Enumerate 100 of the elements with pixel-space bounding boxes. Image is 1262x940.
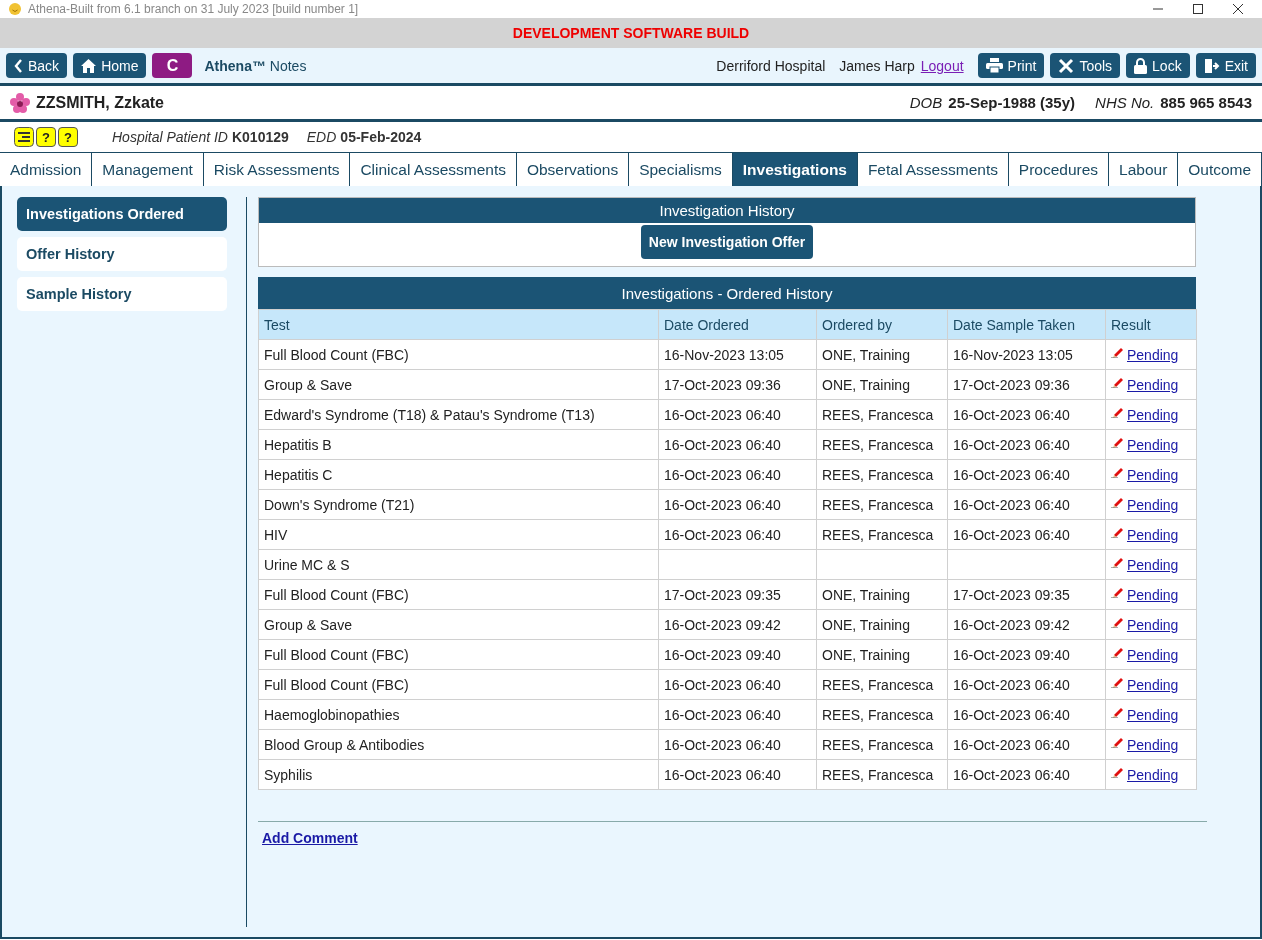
tools-icon [1058,57,1075,74]
column-header: Result [1105,309,1197,340]
table-cell: 16-Oct-2023 06:40 [947,669,1106,700]
tools-button[interactable]: Tools [1050,53,1121,78]
tab[interactable]: Investigations [732,152,858,186]
nhs-number-value: 885 965 8543 [1160,94,1252,111]
tab[interactable]: Clinical Assessments [350,152,517,186]
sidebar-item[interactable]: Offer History [17,237,227,271]
tab[interactable]: Outcome [1178,152,1262,186]
pencil-icon[interactable] [1111,375,1123,388]
alert-list-icon[interactable] [14,127,34,147]
window-title: Athena-Built from 6.1 branch on 31 July 2023 [build number 1] [28,2,359,16]
table-cell: ONE, Training [816,339,948,370]
table-cell: 16-Nov-2023 13:05 [658,339,817,370]
add-comment-link[interactable]: Add Comment [262,830,358,846]
home-button[interactable]: Home [73,53,147,78]
pencil-icon[interactable] [1111,615,1123,628]
table-cell: 16-Oct-2023 09:42 [658,609,817,640]
pencil-icon[interactable] [1111,405,1123,418]
hospital-patient-id-value: K010129 [231,129,289,145]
tab[interactable]: Observations [516,152,630,186]
sidebar-item[interactable]: Sample History [17,277,227,311]
pencil-icon[interactable] [1111,345,1123,358]
table-cell: Hepatitis C [258,459,659,490]
new-investigation-offer-button[interactable]: New Investigation Offer [640,225,814,259]
pencil-icon[interactable] [1111,495,1123,508]
table-cell: HIV [258,519,659,550]
tab[interactable]: Admission [0,152,93,186]
table-cell: Urine MC & S [258,549,659,580]
table-cell: ONE, Training [816,579,948,610]
exit-button[interactable]: Exit [1195,53,1256,78]
pencil-icon[interactable] [1111,555,1123,568]
tab[interactable]: Risk Assessments [203,152,351,186]
back-button[interactable]: Back [6,53,68,78]
pencil-icon[interactable] [1111,585,1123,598]
table-header: Investigations - Ordered History [258,277,1196,309]
table-cell: ONE, Training [816,609,948,640]
sidebar-item[interactable]: Investigations Ordered [17,197,227,231]
table-cell: 16-Oct-2023 06:40 [947,459,1106,490]
tab[interactable]: Specialisms [629,152,733,186]
table-cell: 16-Oct-2023 09:40 [658,639,817,670]
table-cell: 17-Oct-2023 09:36 [658,369,817,400]
table-cell: REES, Francesca [816,669,948,700]
table-cell: Full Blood Count (FBC) [258,639,659,670]
table-cell: Blood Group & Antibodies [258,729,659,760]
pencil-icon[interactable] [1111,645,1123,658]
edd-label: EDD [306,129,337,145]
column-header: Date Ordered [658,309,817,340]
pencil-icon[interactable] [1111,705,1123,718]
table-cell: 16-Oct-2023 06:40 [947,489,1106,520]
table-cell: REES, Francesca [816,519,948,550]
question-icon[interactable]: ? [58,127,78,147]
hospital-name: Derriford Hospital [716,57,826,74]
user-name: James Harp [839,57,915,74]
table-cell: 16-Oct-2023 06:40 [658,489,817,520]
house-icon [81,58,97,73]
table-cell: 16-Oct-2023 06:40 [658,519,817,550]
table-cell: 16-Oct-2023 06:40 [947,399,1106,430]
print-button[interactable]: Print [977,53,1045,78]
column-header: Date Sample Taken [947,309,1106,340]
column-header: Test [258,309,659,340]
pencil-icon[interactable] [1111,435,1123,448]
table-cell: 16-Oct-2023 09:42 [947,609,1106,640]
table-cell: ONE, Training [816,639,948,670]
pencil-icon[interactable] [1111,465,1123,478]
pencil-icon[interactable] [1111,675,1123,688]
table-cell: REES, Francesca [816,729,948,760]
hospital-patient-id-label: Hospital Patient ID [112,129,228,145]
tab[interactable]: Labour [1109,152,1179,186]
table-cell: REES, Francesca [816,459,948,490]
tab[interactable]: Fetal Assessments [857,152,1009,186]
table-cell: Group & Save [258,609,659,640]
table-cell: ONE, Training [816,369,948,400]
table-cell: Haemoglobinopathies [258,699,659,730]
edd-value: 05-Feb-2024 [340,129,422,145]
panel-header: Investigation History [259,198,1195,223]
tab[interactable]: Management [92,152,204,186]
table-cell: REES, Francesca [816,489,948,520]
table-cell: 17-Oct-2023 09:36 [947,369,1106,400]
lock-button[interactable]: Lock [1126,53,1190,78]
table-cell: 16-Oct-2023 06:40 [658,399,817,430]
pencil-icon[interactable] [1111,735,1123,748]
logout-link[interactable]: Logout [920,57,964,74]
table-cell: Full Blood Count (FBC) [258,339,659,370]
table-cell: Hepatitis B [258,429,659,460]
pencil-icon[interactable] [1111,525,1123,538]
c-button[interactable]: C [152,53,193,78]
question-icon[interactable]: ? [36,127,56,147]
table-cell: 16-Oct-2023 06:40 [947,699,1106,730]
exit-door-icon [1203,57,1220,74]
table-cell: 16-Oct-2023 06:40 [658,729,817,760]
app-logo-icon [8,2,22,16]
pencil-icon[interactable] [1111,765,1123,778]
maximize-icon[interactable] [1192,3,1204,15]
table-cell: 16-Oct-2023 06:40 [947,519,1106,550]
table-cell: REES, Francesca [816,399,948,430]
tab[interactable]: Procedures [1008,152,1110,186]
close-icon[interactable] [1232,3,1244,15]
table-cell: Syphilis [258,759,659,790]
table-cell: Down's Syndrome (T21) [258,489,659,520]
